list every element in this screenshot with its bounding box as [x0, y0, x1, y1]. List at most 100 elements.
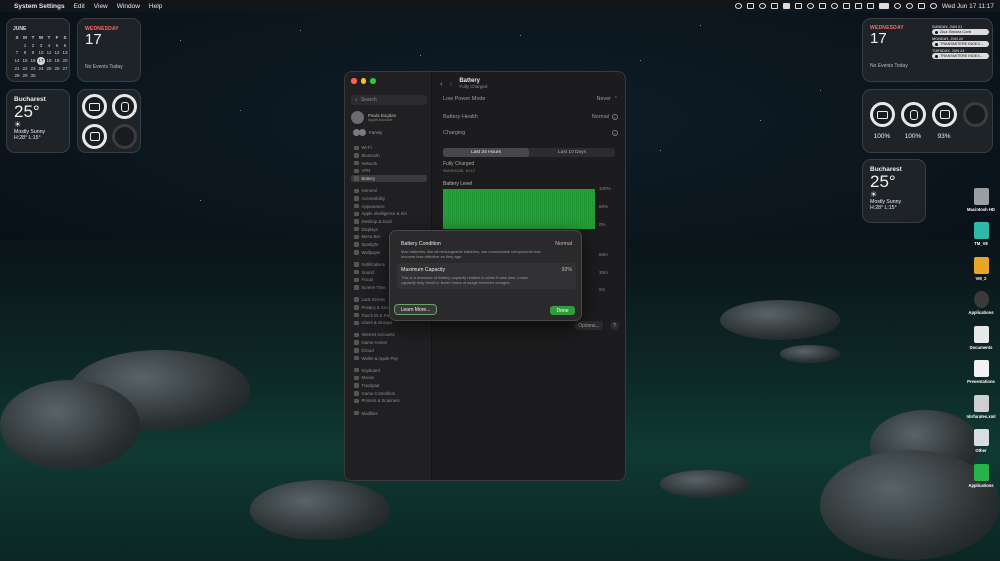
done-button[interactable]: Done — [550, 306, 575, 315]
battery-health-dialog: Battery Condition Normal Mac batteries, l… — [389, 230, 582, 321]
sidebar-item-label: Apple Intelligence & Siri — [361, 211, 407, 217]
stepper-icon[interactable]: ⌃ — [614, 96, 618, 102]
clock-icon[interactable] — [830, 3, 838, 9]
sidebar-item[interactable]: Trackpad — [351, 382, 427, 390]
airpods-icon — [120, 101, 129, 112]
low-power-mode-row[interactable]: Low Power Mode Never ⌃ — [443, 93, 618, 105]
status-icon[interactable] — [854, 3, 862, 9]
desktop-icon-documents[interactable]: Documents — [961, 326, 1000, 350]
sidebar-family[interactable]: Family — [353, 129, 382, 136]
sidebar-item[interactable]: Mouse — [351, 374, 427, 382]
search-icon: ⌕ — [355, 97, 358, 103]
shield-icon[interactable] — [746, 3, 754, 9]
battery-ring-airpods — [112, 94, 137, 119]
desktop-icon-xml-file[interactable]: nbrfurates.xml — [961, 395, 1000, 419]
sidebar-item[interactable]: Desktop & Dock — [351, 218, 427, 226]
options-button[interactable]: Options... — [575, 321, 603, 330]
maximum-capacity-section: Maximum Capacity 92% This is a measure of… — [397, 263, 576, 289]
status-icon[interactable] — [818, 3, 826, 9]
time-range-segmented-control: Last 24 Hours Last 10 Days — [443, 148, 615, 157]
sidebar-item[interactable]: VPN — [351, 167, 427, 175]
sidebar-item[interactable]: Battery — [351, 174, 427, 183]
menu-edit[interactable]: Edit — [74, 3, 85, 10]
hard-drive-icon — [973, 188, 989, 205]
sidebar-item[interactable]: iCloud — [351, 347, 427, 355]
status-icon[interactable] — [866, 3, 874, 9]
event-item[interactable]: TRANSMITERE INDEX... — [932, 41, 989, 47]
search-icon[interactable] — [905, 3, 913, 9]
info-icon[interactable]: i — [612, 130, 618, 136]
sidebar-item[interactable]: Printers & Scanners — [351, 397, 427, 405]
charging-row[interactable]: Charging i — [443, 127, 618, 139]
sidebar-item[interactable]: Bluetooth — [351, 152, 427, 160]
battery-condition-description: Mac batteries, like all rechargeable bat… — [401, 249, 541, 259]
calendar-widget[interactable]: JUNE S M T W T F S 1 2 3 4 5 6 7 8 9 10 11 12 13 14 15 16 17 18 1… — [6, 18, 70, 82]
sidebar-item[interactable]: Game Center — [351, 339, 427, 347]
status-icon[interactable] — [758, 3, 766, 9]
sidebar-item[interactable]: Accessibility — [351, 195, 427, 203]
weekday-header: S — [15, 35, 19, 40]
minimize-button[interactable] — [360, 78, 366, 84]
menu-view[interactable]: View — [94, 3, 108, 10]
vpn-icon[interactable] — [770, 3, 778, 9]
sidebar-item[interactable]: Wallet & Apple Pay — [351, 354, 427, 362]
status-icon[interactable] — [806, 3, 814, 9]
sidebar-item-icon — [354, 196, 359, 201]
desktop-icon-applications-folder[interactable]: Applications — [961, 464, 1000, 488]
batteries-widget[interactable] — [77, 89, 141, 153]
help-button[interactable]: ? — [610, 321, 619, 330]
control-center-icon[interactable] — [917, 3, 925, 9]
day-widget[interactable]: WEDNESDAY 17 No Events Today — [77, 18, 141, 82]
tab-last-24-hours[interactable]: Last 24 Hours — [443, 148, 529, 157]
close-button[interactable] — [351, 78, 357, 84]
menu-window[interactable]: Window — [117, 3, 140, 10]
sidebar-item[interactable]: Mudfiles — [351, 409, 427, 417]
battery-health-row[interactable]: Battery Health Normal i — [443, 111, 618, 123]
weather-widget[interactable]: Bucharest 25° ☀ Mostly Sunny H:28° L:15° — [6, 89, 70, 153]
desktop-icon-other[interactable]: Other — [961, 429, 1000, 453]
status-icon[interactable] — [782, 3, 790, 9]
sidebar-item[interactable]: General — [351, 187, 427, 195]
calendar-events-widget[interactable]: WEDNESDAY 17 No Events Today SUNDAY, JUN… — [862, 18, 993, 82]
battery-icon[interactable] — [878, 3, 889, 9]
sidebar-search-field[interactable]: ⌕ Search — [351, 95, 427, 105]
sidebar-item[interactable]: Appearance — [351, 202, 427, 210]
page-subtitle: Fully Charged — [459, 83, 488, 89]
back-arrow-icon[interactable]: ‹ — [440, 79, 443, 88]
sidebar-item[interactable]: Internet Accounts — [351, 331, 427, 339]
event-item[interactable]: TRANSMITERE INDEX... — [932, 53, 989, 59]
calendar-day: 18 — [46, 58, 52, 64]
zoom-button[interactable] — [370, 78, 376, 84]
sidebar-item[interactable]: Keyboard — [351, 366, 427, 374]
desktop-icon-presentations[interactable]: Presentations — [961, 360, 1000, 384]
tab-last-10-days[interactable]: Last 10 Days — [529, 148, 615, 157]
sidebar-item[interactable]: Network — [351, 159, 427, 167]
file-icon — [973, 395, 989, 412]
event-item[interactable]: Ziua Simona Conti — [932, 29, 989, 35]
desktop-icon-macintosh-hd[interactable]: Macintosh HD — [961, 188, 1000, 212]
info-icon[interactable]: i — [612, 114, 618, 120]
weather-widget[interactable]: Bucharest 25° ☀ Mostly Sunny H:28° L:15° — [862, 159, 926, 223]
desktop-icon-tm-v8[interactable]: TM_V8 — [961, 222, 1000, 246]
desktop-icon-applications[interactable]: Applications — [961, 291, 1000, 315]
learn-more-button[interactable]: Learn More... — [394, 304, 437, 315]
sidebar-item[interactable]: Apple Intelligence & Siri — [351, 210, 427, 218]
desktop-icon-vm-2[interactable]: VM_2 — [961, 257, 1000, 281]
sidebar-item-label: Notifications — [361, 261, 385, 267]
menu-clock[interactable]: Wed Jun 17 11:17 — [942, 3, 994, 10]
menu-help[interactable]: Help — [149, 3, 162, 10]
siri-icon[interactable] — [929, 3, 937, 9]
case-icon — [939, 110, 950, 119]
wifi-icon[interactable] — [893, 3, 901, 9]
batteries-widget-wide[interactable]: 100% 100% 93% — [862, 89, 993, 153]
forward-arrow-icon[interactable]: › — [450, 79, 453, 88]
calendar-day: 9 — [31, 50, 35, 56]
status-icon[interactable] — [794, 3, 802, 9]
menu-app-name[interactable]: System Settings — [14, 3, 65, 10]
status-icon[interactable] — [842, 3, 850, 9]
status-icon[interactable] — [734, 3, 742, 9]
weather-hilo: H:28° L:15° — [870, 205, 897, 211]
sidebar-item[interactable]: Wi-Fi — [351, 144, 427, 152]
sidebar-account[interactable]: Paula Bogdan Apple Account — [351, 111, 396, 124]
sidebar-item[interactable]: Game Controllers — [351, 389, 427, 397]
